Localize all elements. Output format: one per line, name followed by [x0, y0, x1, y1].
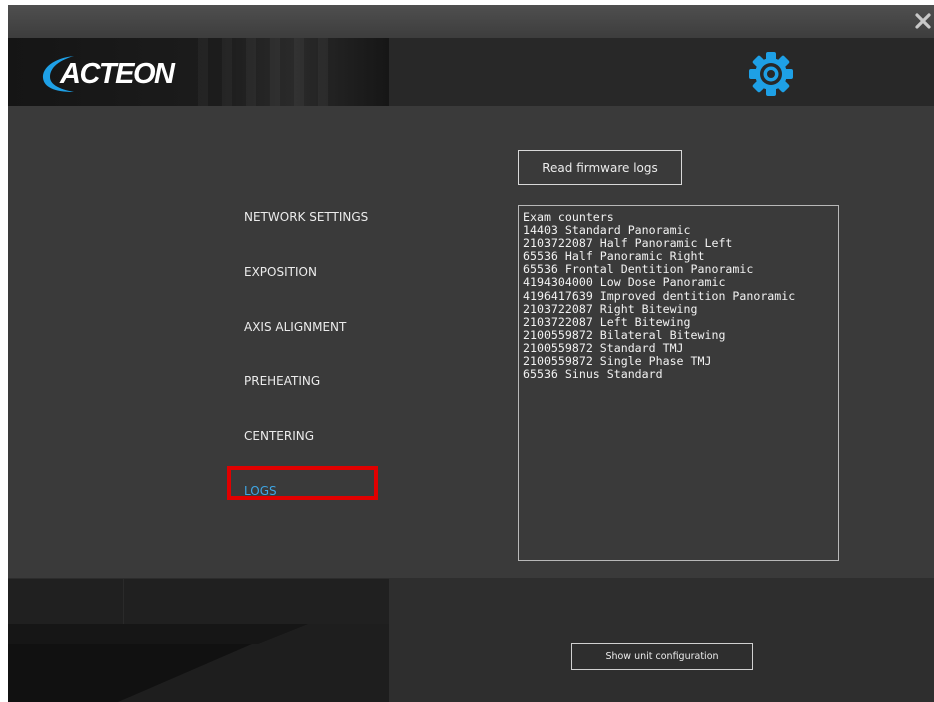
log-line: 2100559872 Bilateral Bitewing — [523, 327, 726, 342]
app-window: ACTEON NETWORK SETTINGS EXPOSITION AXIS … — [8, 5, 934, 702]
close-button[interactable] — [912, 10, 934, 32]
close-icon — [915, 13, 931, 29]
logo-text: ACTEON — [60, 58, 175, 90]
read-firmware-logs-button[interactable]: Read firmware logs — [518, 150, 682, 185]
show-unit-configuration-button[interactable]: Show unit configuration — [571, 643, 753, 670]
log-line: 4196417639 Improved dentition Panoramic — [523, 288, 796, 303]
acteon-logo: ACTEON — [40, 52, 190, 98]
footer: Show unit configuration — [8, 578, 934, 702]
gear-icon — [749, 52, 793, 96]
footer-decor-shape — [8, 624, 389, 702]
main-panel: NETWORK SETTINGS EXPOSITION AXIS ALIGNME… — [8, 106, 934, 578]
log-line: 2103722087 Right Bitewing — [523, 301, 698, 316]
log-line: 2103722087 Left Bitewing — [523, 314, 691, 329]
log-line: 4194304000 Low Dose Panoramic — [523, 275, 726, 290]
title-bar — [8, 5, 934, 38]
nav-item-preheating[interactable]: PREHEATING — [244, 374, 320, 388]
nav-item-centering[interactable]: CENTERING — [244, 429, 314, 443]
nav-item-network-settings[interactable]: NETWORK SETTINGS — [244, 210, 368, 224]
footer-right-panel — [389, 578, 934, 702]
header-logo-panel: ACTEON — [8, 38, 389, 106]
footer-left-upper-panel — [8, 578, 389, 625]
nav-item-exposition[interactable]: EXPOSITION — [244, 265, 317, 279]
settings-button[interactable] — [745, 48, 797, 100]
footer-left-lower-panel — [8, 624, 389, 702]
header-settings-panel — [389, 38, 934, 106]
nav-item-logs[interactable]: LOGS — [244, 484, 277, 498]
nav-item-axis-alignment[interactable]: AXIS ALIGNMENT — [244, 320, 346, 334]
logs-text-area[interactable]: Exam counters 14403 Standard Panoramic 2… — [518, 205, 839, 561]
log-line: 65536 Sinus Standard — [523, 367, 663, 382]
